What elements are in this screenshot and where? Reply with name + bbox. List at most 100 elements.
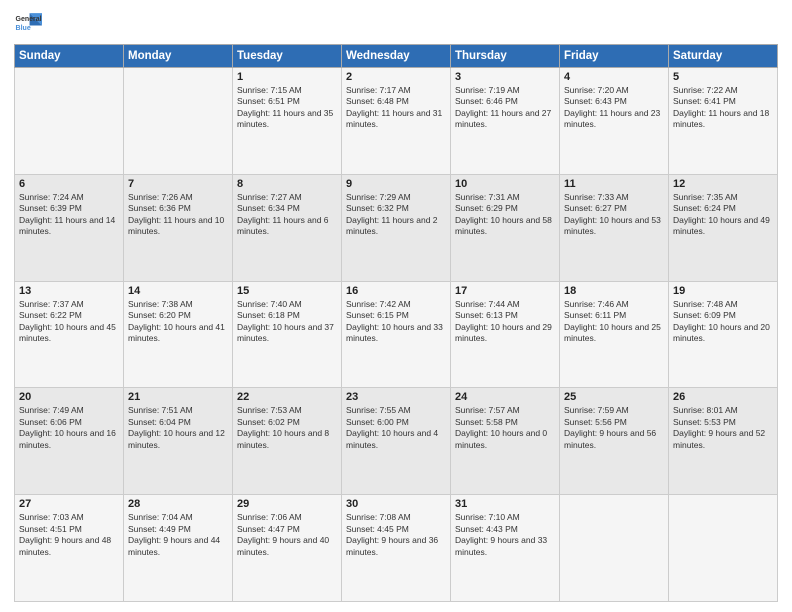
day-number: 29 xyxy=(237,498,337,510)
day-number: 27 xyxy=(19,498,119,510)
day-number: 2 xyxy=(346,71,446,83)
day-number: 6 xyxy=(19,178,119,190)
cell-content: Sunrise: 7:24 AMSunset: 6:39 PMDaylight:… xyxy=(19,192,119,238)
calendar-cell xyxy=(560,495,669,602)
day-number: 1 xyxy=(237,71,337,83)
weekday-header-wednesday: Wednesday xyxy=(342,45,451,68)
day-number: 12 xyxy=(673,178,773,190)
cell-content: Sunrise: 7:15 AMSunset: 6:51 PMDaylight:… xyxy=(237,85,337,131)
day-number: 28 xyxy=(128,498,228,510)
cell-content: Sunrise: 7:03 AMSunset: 4:51 PMDaylight:… xyxy=(19,512,119,558)
weekday-header-monday: Monday xyxy=(124,45,233,68)
week-row-4: 20 Sunrise: 7:49 AMSunset: 6:06 PMDayligh… xyxy=(15,388,778,495)
week-row-3: 13 Sunrise: 7:37 AMSunset: 6:22 PMDayligh… xyxy=(15,281,778,388)
calendar-cell xyxy=(15,68,124,175)
calendar-cell: 12 Sunrise: 7:35 AMSunset: 6:24 PMDayligh… xyxy=(669,174,778,281)
calendar-cell: 10Sunrise: 7:31 AMSunset: 6:29 PMDayligh… xyxy=(451,174,560,281)
calendar-cell: 1 Sunrise: 7:15 AMSunset: 6:51 PMDaylight… xyxy=(233,68,342,175)
cell-content: Sunrise: 7:46 AMSunset: 6:11 PMDaylight:… xyxy=(564,299,664,345)
calendar-cell: 13 Sunrise: 7:37 AMSunset: 6:22 PMDayligh… xyxy=(15,281,124,388)
calendar-cell: 21 Sunrise: 7:51 AMSunset: 6:04 PMDayligh… xyxy=(124,388,233,495)
calendar-cell: 16Sunrise: 7:42 AMSunset: 6:15 PMDayligh… xyxy=(342,281,451,388)
day-number: 21 xyxy=(128,391,228,403)
cell-content: Sunrise: 7:08 AMSunset: 4:45 PMDaylight:… xyxy=(346,512,446,558)
calendar-cell: 23 Sunrise: 7:55 AMSunset: 6:00 PMDayligh… xyxy=(342,388,451,495)
cell-content: Sunrise: 7:31 AMSunset: 6:29 PMDaylight:… xyxy=(455,192,555,238)
cell-content: Sunrise: 7:38 AMSunset: 6:20 PMDaylight:… xyxy=(128,299,228,345)
calendar-body: 1 Sunrise: 7:15 AMSunset: 6:51 PMDaylight… xyxy=(15,68,778,602)
day-number: 31 xyxy=(455,498,555,510)
header: General Blue xyxy=(14,10,778,38)
weekday-header-tuesday: Tuesday xyxy=(233,45,342,68)
cell-content: Sunrise: 7:55 AMSunset: 6:00 PMDaylight:… xyxy=(346,405,446,451)
day-number: 24 xyxy=(455,391,555,403)
calendar-cell: 14 Sunrise: 7:38 AMSunset: 6:20 PMDayligh… xyxy=(124,281,233,388)
cell-content: Sunrise: 7:40 AMSunset: 6:18 PMDaylight:… xyxy=(237,299,337,345)
calendar-table: SundayMondayTuesdayWednesdayThursdayFrid… xyxy=(14,44,778,602)
day-number: 5 xyxy=(673,71,773,83)
calendar-cell: 25Sunrise: 7:59 AMSunset: 5:56 PMDayligh… xyxy=(560,388,669,495)
day-number: 26 xyxy=(673,391,773,403)
weekday-header-thursday: Thursday xyxy=(451,45,560,68)
day-number: 18 xyxy=(564,285,664,297)
calendar-cell: 22 Sunrise: 7:53 AMSunset: 6:02 PMDayligh… xyxy=(233,388,342,495)
week-row-1: 1 Sunrise: 7:15 AMSunset: 6:51 PMDaylight… xyxy=(15,68,778,175)
day-number: 17 xyxy=(455,285,555,297)
cell-content: Sunrise: 7:49 AMSunset: 6:06 PMDaylight:… xyxy=(19,405,119,451)
day-number: 9 xyxy=(346,178,446,190)
cell-content: Sunrise: 7:44 AMSunset: 6:13 PMDaylight:… xyxy=(455,299,555,345)
calendar-cell: 26 Sunrise: 8:01 AMSunset: 5:53 PMDayligh… xyxy=(669,388,778,495)
calendar-cell: 2Sunrise: 7:17 AMSunset: 6:48 PMDaylight… xyxy=(342,68,451,175)
cell-content: Sunrise: 7:51 AMSunset: 6:04 PMDaylight:… xyxy=(128,405,228,451)
cell-content: Sunrise: 7:33 AMSunset: 6:27 PMDaylight:… xyxy=(564,192,664,238)
day-number: 23 xyxy=(346,391,446,403)
calendar-cell: 3 Sunrise: 7:19 AMSunset: 6:46 PMDaylight… xyxy=(451,68,560,175)
calendar-cell: 31Sunrise: 7:10 AMSunset: 4:43 PMDayligh… xyxy=(451,495,560,602)
cell-content: Sunrise: 7:42 AMSunset: 6:15 PMDaylight:… xyxy=(346,299,446,345)
day-number: 13 xyxy=(19,285,119,297)
calendar-cell: 27 Sunrise: 7:03 AMSunset: 4:51 PMDayligh… xyxy=(15,495,124,602)
day-number: 7 xyxy=(128,178,228,190)
calendar-cell: 17 Sunrise: 7:44 AMSunset: 6:13 PMDayligh… xyxy=(451,281,560,388)
svg-text:Blue: Blue xyxy=(16,25,31,32)
day-number: 3 xyxy=(455,71,555,83)
cell-content: Sunrise: 7:04 AMSunset: 4:49 PMDaylight:… xyxy=(128,512,228,558)
calendar-cell: 5Sunrise: 7:22 AMSunset: 6:41 PMDaylight… xyxy=(669,68,778,175)
day-number: 30 xyxy=(346,498,446,510)
day-number: 14 xyxy=(128,285,228,297)
weekday-header-sunday: Sunday xyxy=(15,45,124,68)
day-number: 8 xyxy=(237,178,337,190)
weekday-header-friday: Friday xyxy=(560,45,669,68)
week-row-5: 27 Sunrise: 7:03 AMSunset: 4:51 PMDayligh… xyxy=(15,495,778,602)
calendar-cell: 8Sunrise: 7:27 AMSunset: 6:34 PMDaylight… xyxy=(233,174,342,281)
cell-content: Sunrise: 7:53 AMSunset: 6:02 PMDaylight:… xyxy=(237,405,337,451)
calendar-cell: 6 Sunrise: 7:24 AMSunset: 6:39 PMDaylight… xyxy=(15,174,124,281)
logo: General Blue xyxy=(14,10,42,38)
calendar-cell xyxy=(669,495,778,602)
cell-content: Sunrise: 7:29 AMSunset: 6:32 PMDaylight:… xyxy=(346,192,446,238)
day-number: 20 xyxy=(19,391,119,403)
day-number: 4 xyxy=(564,71,664,83)
cell-content: Sunrise: 7:57 AMSunset: 5:58 PMDaylight:… xyxy=(455,405,555,451)
cell-content: Sunrise: 7:35 AMSunset: 6:24 PMDaylight:… xyxy=(673,192,773,238)
cell-content: Sunrise: 8:01 AMSunset: 5:53 PMDaylight:… xyxy=(673,405,773,451)
calendar-cell: 18 Sunrise: 7:46 AMSunset: 6:11 PMDayligh… xyxy=(560,281,669,388)
weekday-header-row: SundayMondayTuesdayWednesdayThursdayFrid… xyxy=(15,45,778,68)
calendar-cell: 7Sunrise: 7:26 AMSunset: 6:36 PMDaylight… xyxy=(124,174,233,281)
cell-content: Sunrise: 7:37 AMSunset: 6:22 PMDaylight:… xyxy=(19,299,119,345)
day-number: 19 xyxy=(673,285,773,297)
calendar-cell: 11 Sunrise: 7:33 AMSunset: 6:27 PMDayligh… xyxy=(560,174,669,281)
week-row-2: 6 Sunrise: 7:24 AMSunset: 6:39 PMDaylight… xyxy=(15,174,778,281)
calendar-cell: 9 Sunrise: 7:29 AMSunset: 6:32 PMDaylight… xyxy=(342,174,451,281)
cell-content: Sunrise: 7:48 AMSunset: 6:09 PMDaylight:… xyxy=(673,299,773,345)
day-number: 22 xyxy=(237,391,337,403)
cell-content: Sunrise: 7:06 AMSunset: 4:47 PMDaylight:… xyxy=(237,512,337,558)
cell-content: Sunrise: 7:20 AMSunset: 6:43 PMDaylight:… xyxy=(564,85,664,131)
svg-text:General: General xyxy=(16,16,42,23)
calendar-cell: 4 Sunrise: 7:20 AMSunset: 6:43 PMDaylight… xyxy=(560,68,669,175)
calendar-cell xyxy=(124,68,233,175)
calendar-cell: 15Sunrise: 7:40 AMSunset: 6:18 PMDayligh… xyxy=(233,281,342,388)
calendar-cell: 19 Sunrise: 7:48 AMSunset: 6:09 PMDayligh… xyxy=(669,281,778,388)
cell-content: Sunrise: 7:19 AMSunset: 6:46 PMDaylight:… xyxy=(455,85,555,131)
day-number: 11 xyxy=(564,178,664,190)
